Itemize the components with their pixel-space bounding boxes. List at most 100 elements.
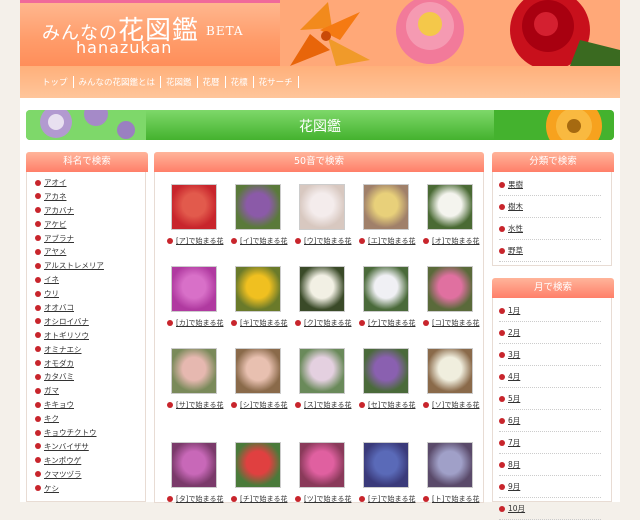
family-link[interactable]: オミナエシ (44, 345, 82, 354)
nav-item-calendar[interactable]: 花暦 (198, 76, 226, 88)
flower-thumbnail[interactable] (235, 442, 281, 488)
month-item[interactable]: 6月 (499, 410, 601, 432)
kana-link[interactable]: [ウ]で始まる花 (304, 237, 351, 245)
kana-grid-item[interactable]: [セ]で始まる花 (359, 348, 423, 410)
flower-thumbnail[interactable] (299, 348, 345, 394)
family-link[interactable]: ガマ (44, 386, 59, 395)
family-list-item[interactable]: カタバミ (35, 370, 145, 384)
month-item[interactable]: 4月 (499, 366, 601, 388)
family-link[interactable]: アカネ (44, 192, 67, 201)
flower-thumbnail[interactable] (363, 348, 409, 394)
month-item[interactable]: 1月 (499, 300, 601, 322)
family-link[interactable]: アカバナ (44, 206, 74, 215)
kana-link[interactable]: [サ]で始まる花 (176, 401, 223, 409)
flower-thumbnail[interactable] (171, 184, 217, 230)
family-list-item[interactable]: イネ (35, 273, 145, 287)
family-link[interactable]: オシロイバナ (44, 317, 89, 326)
kana-grid-item[interactable]: [ケ]で始まる花 (359, 266, 423, 328)
family-list-item[interactable]: キキョウ (35, 398, 145, 412)
family-link[interactable]: キョウチクトウ (44, 428, 97, 437)
kana-link[interactable]: [シ]で始まる花 (240, 401, 287, 409)
month-item-link[interactable]: 4月 (508, 372, 520, 381)
month-item-link[interactable]: 5月 (508, 394, 520, 403)
category-item-link[interactable]: 果樹 (508, 180, 523, 189)
kana-link[interactable]: [ソ]で始まる花 (432, 401, 479, 409)
kana-link[interactable]: [キ]で始まる花 (240, 319, 287, 327)
flower-thumbnail[interactable] (427, 348, 473, 394)
kana-grid-item[interactable]: [チ]で始まる花 (231, 442, 295, 504)
kana-grid-item[interactable]: [コ]で始まる花 (423, 266, 487, 328)
kana-link[interactable]: [イ]で始まる花 (240, 237, 287, 245)
flower-thumbnail[interactable] (427, 266, 473, 312)
kana-link[interactable]: [ス]で始まる花 (304, 401, 351, 409)
kana-grid-item[interactable]: [エ]で始まる花 (359, 184, 423, 246)
family-link[interactable]: キンポウゲ (44, 456, 81, 465)
flower-thumbnail[interactable] (299, 184, 345, 230)
kana-grid-item[interactable]: [オ]で始まる花 (423, 184, 487, 246)
flower-thumbnail[interactable] (299, 442, 345, 488)
month-item-link[interactable]: 2月 (508, 328, 520, 337)
flower-thumbnail[interactable] (427, 442, 473, 488)
flower-thumbnail[interactable] (235, 184, 281, 230)
category-item-link[interactable]: 野草 (508, 246, 523, 255)
family-list-item[interactable]: オオバコ (35, 301, 145, 315)
family-list-item[interactable]: オシロイバナ (35, 315, 145, 329)
nav-item-top[interactable]: トップ (42, 76, 74, 88)
month-item-link[interactable]: 10月 (508, 504, 525, 513)
kana-grid-item[interactable]: [イ]で始まる花 (231, 184, 295, 246)
kana-grid-item[interactable]: [ソ]で始まる花 (423, 348, 487, 410)
month-item[interactable]: 5月 (499, 388, 601, 410)
family-link[interactable]: アケビ (44, 220, 67, 229)
flower-thumbnail[interactable] (171, 266, 217, 312)
flower-thumbnail[interactable] (235, 266, 281, 312)
month-item-link[interactable]: 8月 (508, 460, 520, 469)
nav-item-about[interactable]: みんなの花図鑑とは (74, 76, 162, 88)
kana-grid-item[interactable]: [サ]で始まる花 (167, 348, 231, 410)
family-list-item[interactable]: アヤメ (35, 245, 145, 259)
family-list-item[interactable]: キンポウゲ (35, 454, 145, 468)
family-link[interactable]: ケシ (44, 484, 59, 493)
family-list-item[interactable]: アオイ (35, 176, 145, 190)
month-item-link[interactable]: 6月 (508, 416, 520, 425)
family-link[interactable]: オオバコ (44, 303, 74, 312)
kana-grid-item[interactable]: [ス]で始まる花 (295, 348, 359, 410)
kana-link[interactable]: [ク]で始まる花 (304, 319, 351, 327)
nav-item-zukan[interactable]: 花図鑑 (161, 76, 198, 88)
kana-link[interactable]: [ア]で始まる花 (176, 237, 223, 245)
flower-thumbnail[interactable] (235, 348, 281, 394)
month-item-link[interactable]: 3月 (508, 350, 520, 359)
category-item[interactable]: 野草 (499, 240, 601, 262)
family-link[interactable]: アブラナ (44, 234, 74, 243)
family-link[interactable]: オモダカ (44, 359, 74, 368)
kana-link[interactable]: [エ]で始まる花 (368, 237, 415, 245)
kana-grid-item[interactable]: [ト]で始まる花 (423, 442, 487, 504)
month-item[interactable]: 8月 (499, 454, 601, 476)
family-list-item[interactable]: キンバイザサ (35, 440, 145, 454)
family-link[interactable]: キキョウ (44, 400, 74, 409)
kana-grid-item[interactable]: [ツ]で始まる花 (295, 442, 359, 504)
month-item-link[interactable]: 1月 (508, 306, 520, 315)
family-list-item[interactable]: オミナエシ (35, 343, 145, 357)
flower-thumbnail[interactable] (363, 442, 409, 488)
kana-grid-item[interactable]: [ク]で始まる花 (295, 266, 359, 328)
month-item[interactable]: 9月 (499, 476, 601, 498)
family-link[interactable]: ウリ (44, 289, 59, 298)
category-item[interactable]: 果樹 (499, 174, 601, 196)
family-link[interactable]: キンバイザサ (44, 442, 89, 451)
family-list-item[interactable]: アケビ (35, 218, 145, 232)
kana-grid-item[interactable]: [カ]で始まる花 (167, 266, 231, 328)
kana-grid-item[interactable]: [シ]で始まる花 (231, 348, 295, 410)
flower-thumbnail[interactable] (427, 184, 473, 230)
family-link[interactable]: アヤメ (44, 247, 66, 256)
flower-thumbnail[interactable] (171, 442, 217, 488)
family-list-item[interactable]: アブラナ (35, 232, 145, 246)
family-list-item[interactable]: ケシ (35, 482, 145, 496)
flower-thumbnail[interactable] (299, 266, 345, 312)
month-item-link[interactable]: 9月 (508, 482, 520, 491)
month-item[interactable]: 3月 (499, 344, 601, 366)
nav-item-search[interactable]: 花サーチ (254, 76, 299, 88)
month-item[interactable]: 7月 (499, 432, 601, 454)
family-link[interactable]: オトギリソウ (44, 331, 89, 340)
family-list-item[interactable]: アカバナ (35, 204, 145, 218)
kana-link[interactable]: [ケ]で始まる花 (368, 319, 415, 327)
